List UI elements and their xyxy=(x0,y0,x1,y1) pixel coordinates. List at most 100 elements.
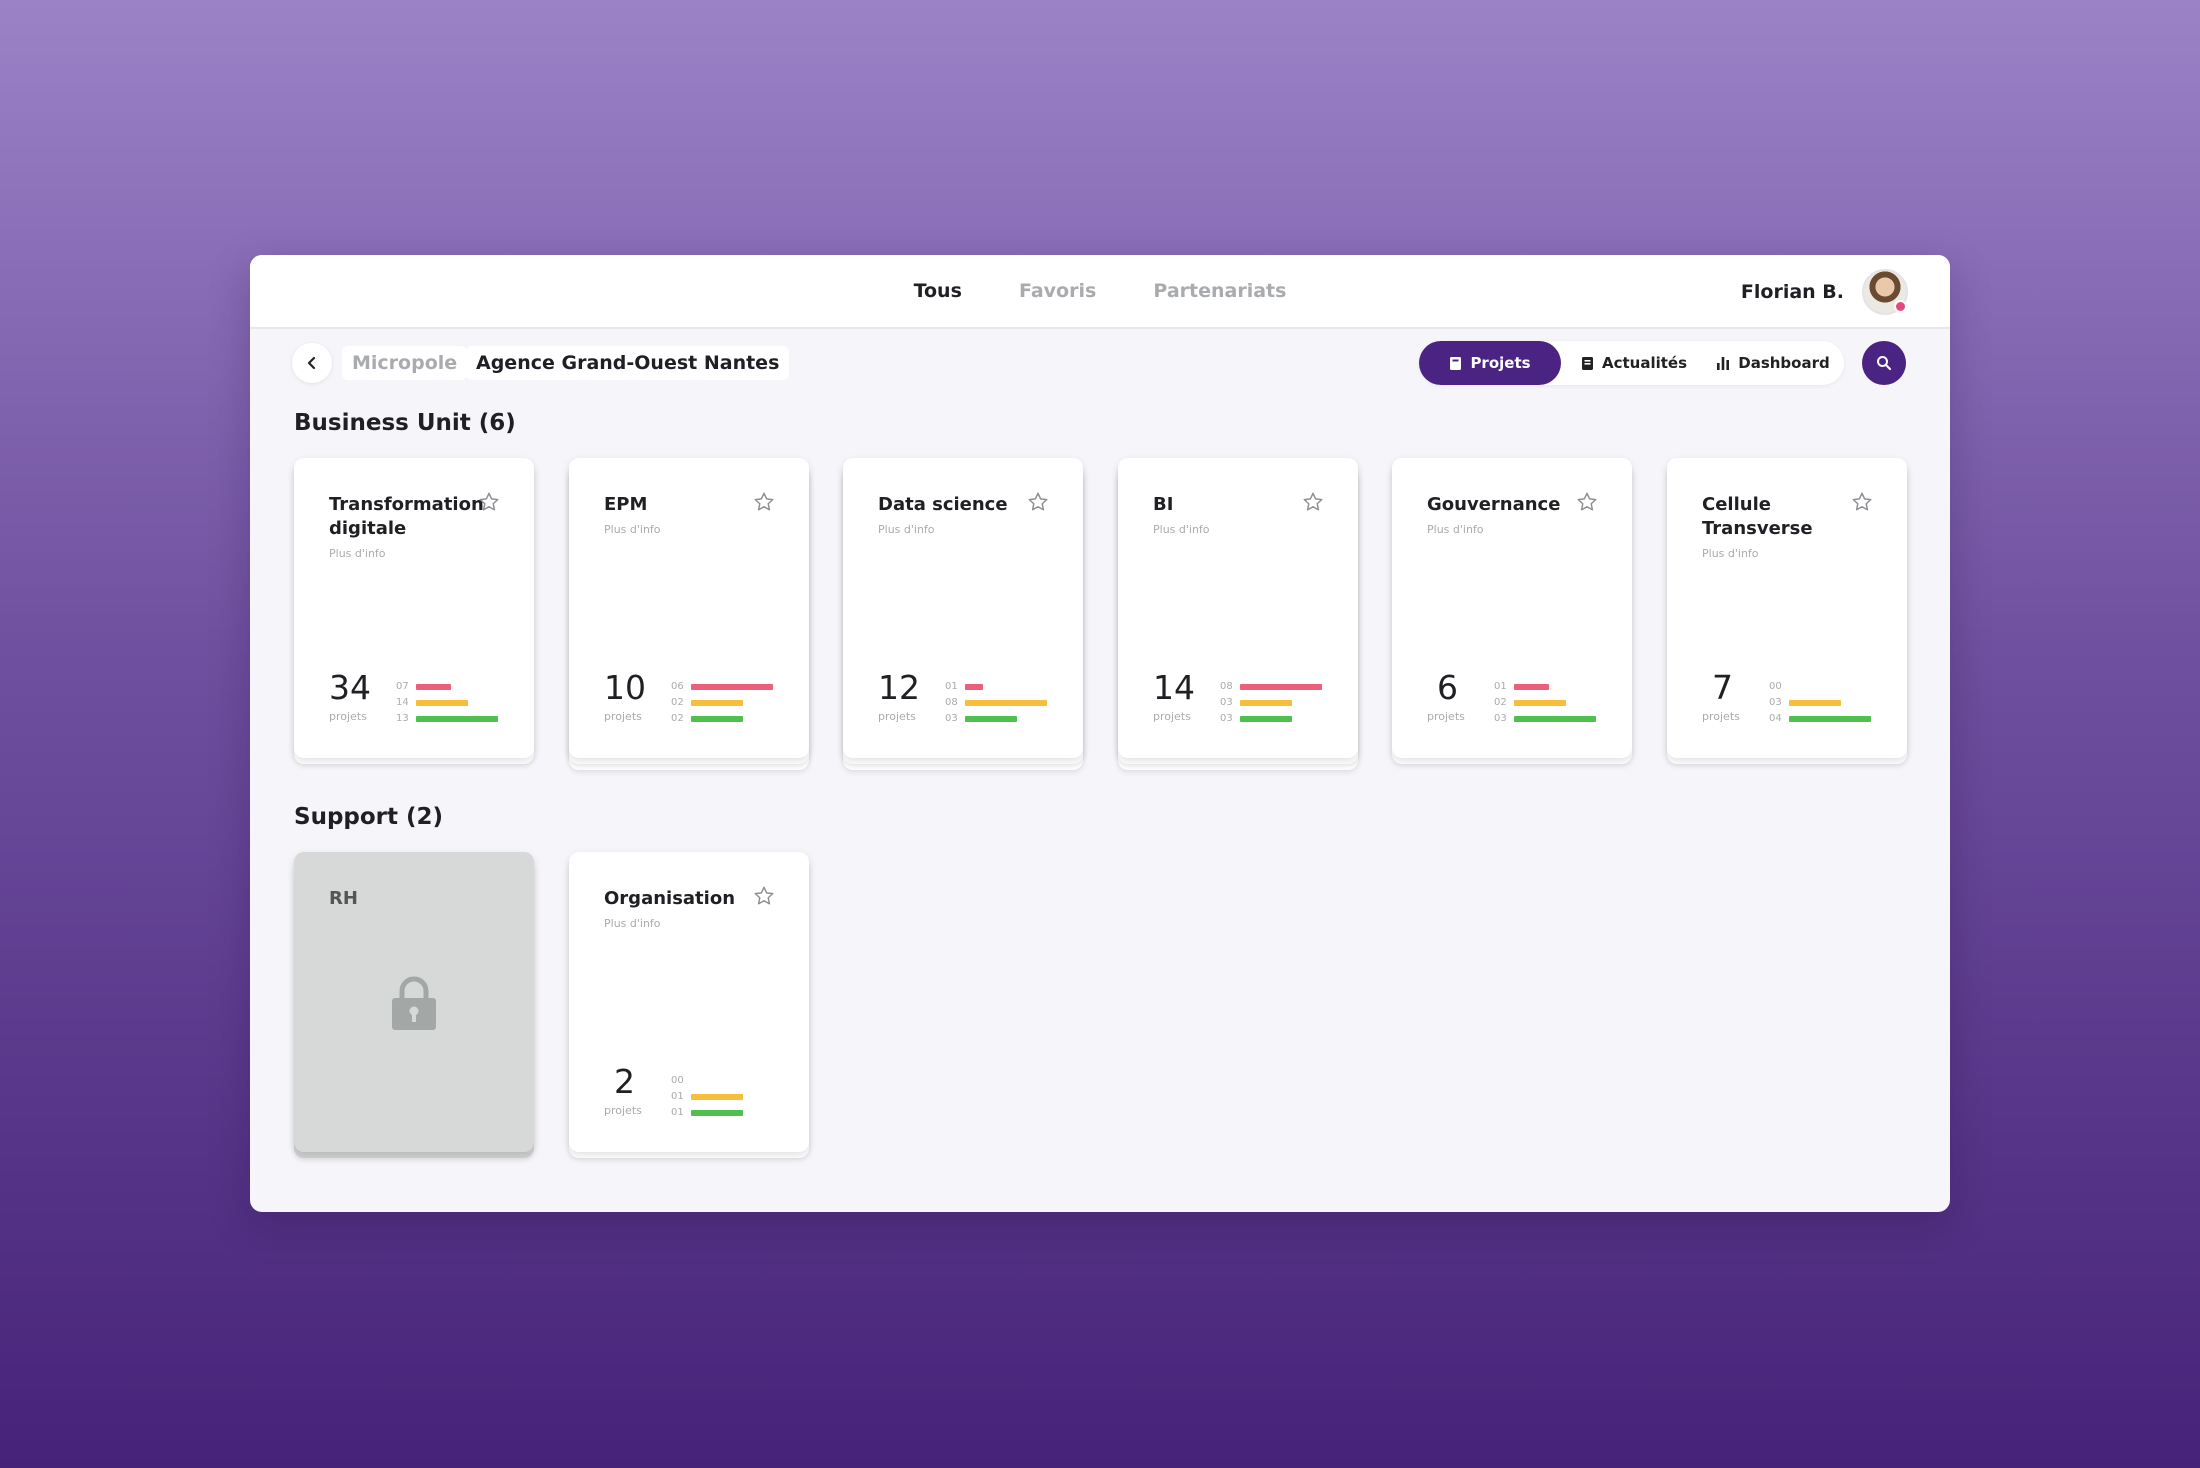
status-row-green: 01 xyxy=(671,1106,791,1122)
status-count: 03 xyxy=(1220,713,1233,724)
card-name: Gouvernance xyxy=(1427,494,1561,515)
business-unit-card[interactable]: Data science Plus d'info 12 projets 01 08… xyxy=(843,458,1083,758)
business-unit-card[interactable]: BI Plus d'info 14 projets 08 03 03 xyxy=(1118,458,1358,758)
card-wrapper: BI Plus d'info 14 projets 08 03 03 xyxy=(1118,458,1358,770)
more-info-link[interactable]: Plus d'info xyxy=(1153,523,1303,537)
more-info-link[interactable]: Plus d'info xyxy=(1702,547,1852,561)
status-bar-red xyxy=(691,684,773,690)
status-count: 03 xyxy=(1494,713,1507,724)
tab-partenariats[interactable]: Partenariats xyxy=(1153,280,1286,302)
back-button[interactable] xyxy=(292,343,332,383)
card-wrapper: EPM Plus d'info 10 projets 06 02 02 xyxy=(569,458,809,770)
top-navigation-bar: Tous Favoris Partenariats Florian B. xyxy=(250,255,1950,329)
card-title: Organisation Plus d'info xyxy=(604,887,754,931)
section-title-support: Support (2) xyxy=(294,804,444,830)
status-row-red: 01 xyxy=(1494,680,1614,696)
card-wrapper: RH xyxy=(294,852,534,1158)
status-bars: 06 02 02 xyxy=(671,680,791,728)
status-count: 03 xyxy=(1220,697,1233,708)
status-row-red: 08 xyxy=(1220,680,1340,696)
business-unit-card[interactable]: EPM Plus d'info 10 projets 06 02 02 xyxy=(569,458,809,758)
support-card[interactable]: Organisation Plus d'info 2 projets 00 01 … xyxy=(569,852,809,1152)
business-unit-card[interactable]: Cellule Transverse Plus d'info 7 projets … xyxy=(1667,458,1907,758)
project-count: 6 xyxy=(1437,668,1458,707)
status-row-red: 06 xyxy=(671,680,791,696)
status-count: 04 xyxy=(1769,713,1782,724)
star-icon[interactable] xyxy=(1027,491,1049,513)
search-button[interactable] xyxy=(1862,341,1906,385)
more-info-link[interactable]: Plus d'info xyxy=(878,523,1028,537)
status-bars: 00 01 01 xyxy=(671,1074,791,1122)
status-count: 03 xyxy=(1769,697,1782,708)
project-count: 2 xyxy=(614,1062,635,1101)
status-row-green: 03 xyxy=(945,712,1065,728)
tab-projets-label: Projets xyxy=(1470,354,1531,372)
status-bars: 00 03 04 xyxy=(1769,680,1889,728)
tab-tous[interactable]: Tous xyxy=(914,280,962,302)
tab-dashboard[interactable]: Dashboard xyxy=(1704,341,1842,385)
card-wrapper: Cellule Transverse Plus d'info 7 projets … xyxy=(1667,458,1907,764)
card-name: Organisation xyxy=(604,888,736,909)
status-count: 01 xyxy=(1494,681,1507,692)
tab-projets[interactable]: Projets xyxy=(1419,341,1561,385)
section-title-business-unit: Business Unit (6) xyxy=(294,410,516,436)
status-row-yellow: 01 xyxy=(671,1090,791,1106)
status-row-green: 02 xyxy=(671,712,791,728)
more-info-link[interactable]: Plus d'info xyxy=(329,547,479,561)
status-count: 01 xyxy=(671,1107,684,1118)
tab-favoris[interactable]: Favoris xyxy=(1019,280,1096,302)
project-count-label: projets xyxy=(1702,710,1740,723)
status-count: 00 xyxy=(671,1075,684,1086)
status-row-red: 07 xyxy=(396,680,516,696)
status-bar-yellow xyxy=(691,700,743,706)
book-icon xyxy=(1449,356,1462,371)
star-icon[interactable] xyxy=(1851,491,1873,513)
card-title: Data science Plus d'info xyxy=(878,493,1028,537)
card-name: RH xyxy=(329,888,358,909)
status-bars: 07 14 13 xyxy=(396,680,516,728)
more-info-link[interactable]: Plus d'info xyxy=(604,917,754,931)
status-count: 08 xyxy=(1220,681,1233,692)
star-icon[interactable] xyxy=(1302,491,1324,513)
project-count-label: projets xyxy=(1153,710,1191,723)
status-row-yellow: 14 xyxy=(396,696,516,712)
project-count: 14 xyxy=(1153,668,1195,707)
card-title: EPM Plus d'info xyxy=(604,493,754,537)
breadcrumb-parent[interactable]: Micropole xyxy=(342,346,468,380)
notification-dot xyxy=(1894,300,1907,313)
status-row-green: 03 xyxy=(1494,712,1614,728)
status-bars: 01 08 03 xyxy=(945,680,1065,728)
bar-chart-icon xyxy=(1716,356,1730,370)
star-icon[interactable] xyxy=(753,885,775,907)
status-bar-green xyxy=(1789,716,1871,722)
card-wrapper: Data science Plus d'info 12 projets 01 08… xyxy=(843,458,1083,770)
star-icon[interactable] xyxy=(753,491,775,513)
status-row-green: 13 xyxy=(396,712,516,728)
user-menu[interactable]: Florian B. xyxy=(1741,269,1908,315)
status-bar-green xyxy=(691,716,743,722)
status-row-red: 01 xyxy=(945,680,1065,696)
avatar[interactable] xyxy=(1862,269,1908,315)
card-title: RH xyxy=(329,887,479,911)
tab-actualites[interactable]: Actualités xyxy=(1569,341,1699,385)
more-info-link[interactable]: Plus d'info xyxy=(604,523,754,537)
status-bar-green xyxy=(965,716,1017,722)
business-unit-card[interactable]: Transformation digitale Plus d'info 34 pr… xyxy=(294,458,534,758)
news-icon xyxy=(1581,356,1594,371)
user-name[interactable]: Florian B. xyxy=(1741,281,1844,303)
business-unit-card[interactable]: Gouvernance Plus d'info 6 projets 01 02 0… xyxy=(1392,458,1632,758)
star-icon[interactable] xyxy=(1576,491,1598,513)
sub-toolbar: Micropole Agence Grand-Ouest Nantes Proj… xyxy=(292,341,1906,385)
more-info-link[interactable]: Plus d'info xyxy=(1427,523,1577,537)
status-row-red: 00 xyxy=(671,1074,791,1090)
status-count: 03 xyxy=(945,713,958,724)
status-count: 00 xyxy=(1769,681,1782,692)
status-row-yellow: 02 xyxy=(1494,696,1614,712)
project-count-label: projets xyxy=(604,1104,642,1117)
status-bar-red xyxy=(1514,684,1549,690)
main-tabs: Tous Favoris Partenariats xyxy=(250,280,1950,302)
lock-icon xyxy=(392,976,436,1030)
project-count: 34 xyxy=(329,668,371,707)
star-icon[interactable] xyxy=(478,491,500,513)
status-count: 06 xyxy=(671,681,684,692)
